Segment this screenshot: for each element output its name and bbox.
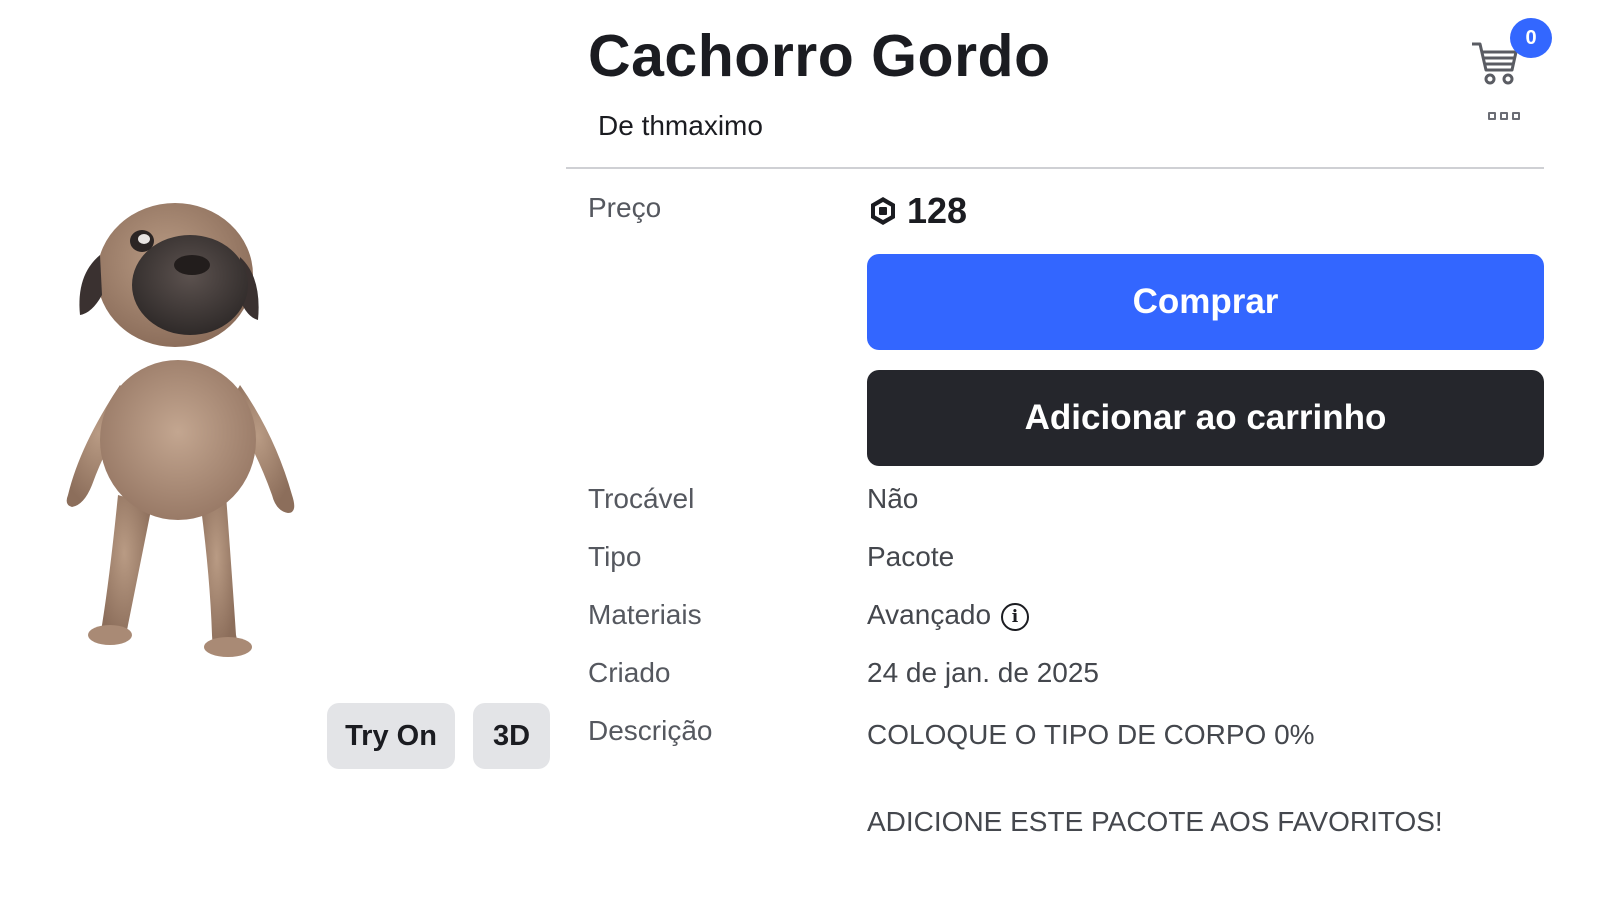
more-options-icon[interactable] — [1488, 112, 1524, 126]
tradable-value: Não — [867, 483, 919, 514]
cart-count-badge: 0 — [1510, 18, 1552, 58]
buy-button[interactable]: Comprar — [867, 254, 1544, 350]
description-line: ADICIONE ESTE PACOTE AOS FAVORITOS! — [867, 806, 1443, 837]
item-title: Cachorro Gordo — [588, 23, 1051, 89]
creator-link[interactable]: De thmaximo — [598, 110, 763, 142]
tradable-label: Trocável — [588, 483, 695, 514]
materials-label: Materiais — [588, 599, 702, 630]
type-label: Tipo — [588, 541, 642, 572]
description-line: COLOQUE O TIPO DE CORPO 0% — [867, 719, 1315, 750]
created-value: 24 de jan. de 2025 — [867, 657, 1099, 688]
materials-value-row: Avançado i — [867, 599, 1030, 631]
more-dot — [1512, 112, 1520, 120]
item-preview-panel: Try On 3D — [0, 0, 560, 780]
info-icon[interactable]: i — [1001, 602, 1030, 631]
header-divider — [566, 167, 1544, 169]
description-label: Descrição — [588, 715, 713, 746]
add-to-cart-button[interactable]: Adicionar ao carrinho — [867, 370, 1544, 466]
type-value: Pacote — [867, 541, 955, 572]
more-dot — [1488, 112, 1496, 120]
more-dot — [1500, 112, 1508, 120]
view-3d-button[interactable]: 3D — [473, 703, 550, 769]
price-amount: 128 — [907, 190, 968, 231]
robux-icon — [871, 197, 895, 225]
pug-avatar-model — [66, 203, 295, 657]
item-details-page: Try On 3D Cachorro Gordo De thmaximo 0 P… — [0, 0, 1600, 900]
try-on-button[interactable]: Try On — [327, 703, 455, 769]
materials-value: Avançado — [867, 599, 992, 630]
created-label: Criado — [588, 657, 671, 688]
price-value: 128 — [867, 190, 967, 232]
price-label: Preço — [588, 192, 662, 223]
